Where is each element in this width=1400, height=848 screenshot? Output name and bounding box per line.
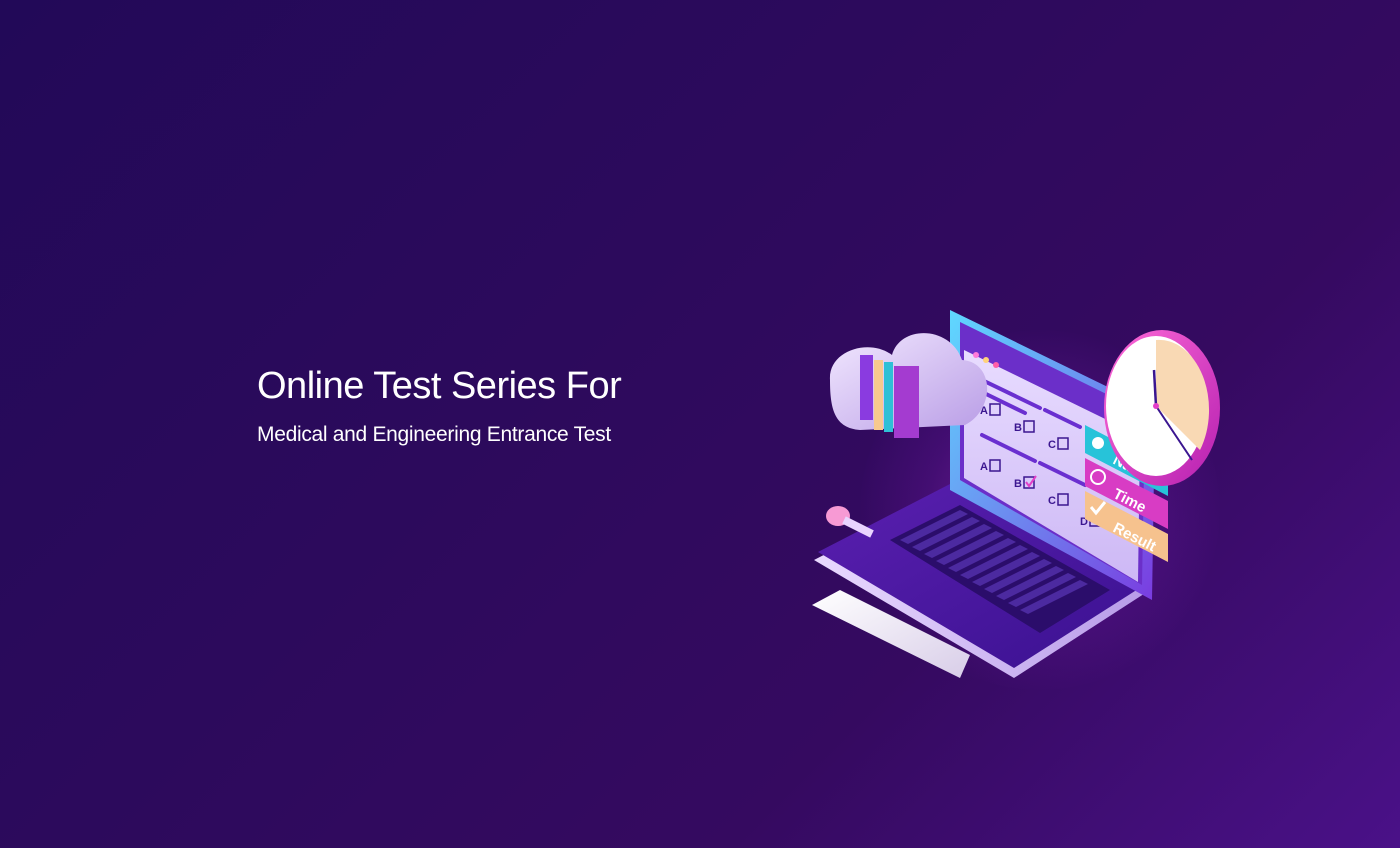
eraser-icon [826, 506, 874, 538]
option-label: C [1048, 439, 1056, 451]
online-test-illustration: A B C A B C D Time Result [812, 310, 1220, 678]
window-dot-icon [993, 362, 999, 368]
window-dot-icon [973, 352, 979, 358]
wall-clock-icon [1104, 330, 1220, 486]
user-icon [1092, 437, 1104, 449]
option-label: B [1014, 478, 1022, 490]
hero-text-block: Online Test Series For Medical and Engin… [257, 362, 737, 450]
window-dot-icon [983, 357, 989, 363]
option-label: A [980, 461, 988, 473]
hero-title: Online Test Series For [257, 365, 622, 407]
option-label: B [1014, 422, 1022, 434]
option-label: C [1048, 495, 1056, 507]
hero-banner: Online Test Series For Medical and Engin… [0, 0, 1400, 848]
hero-subtitle: Medical and Engineering Entrance Test [257, 423, 611, 446]
